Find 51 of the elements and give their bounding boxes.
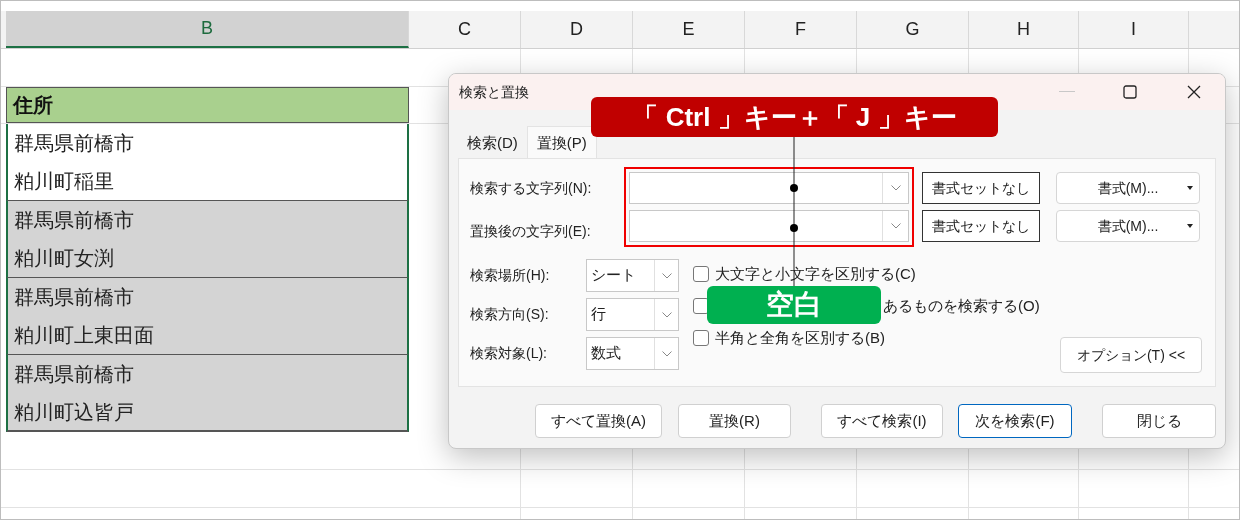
checkbox-label: 大文字と小文字を区別する(C): [715, 263, 916, 284]
checkbox-label: 半角と全角を区別する(B): [715, 327, 885, 348]
table-cell: 群馬県前橋市: [6, 278, 409, 317]
dropdown[interactable]: 数式: [586, 337, 679, 370]
close-icon[interactable]: [1187, 85, 1201, 99]
dialog-button[interactable]: すべて検索(I): [821, 404, 943, 438]
caret-icon[interactable]: [1187, 186, 1193, 190]
column-header[interactable]: H: [969, 11, 1079, 48]
field-label: 検索する文字列(N):: [470, 178, 593, 198]
column-header[interactable]: F: [745, 11, 857, 48]
table-cell: 粕川町稲里: [6, 162, 409, 201]
callout-label: 「 Ctrl 」キー＋「 J 」キー: [591, 97, 998, 137]
format-button[interactable]: 書式(M)...: [1056, 172, 1200, 204]
field-label: 検索対象(L):: [470, 344, 548, 363]
table-cell: 粕川町上東田面: [6, 316, 409, 355]
table-cell: 群馬県前橋市: [6, 355, 409, 394]
checkbox[interactable]: [693, 330, 709, 346]
checkbox-label: あるものを検索する(O): [883, 295, 1040, 316]
window-title: 検索と置換: [459, 82, 529, 102]
format-status-button[interactable]: 書式セットなし: [922, 210, 1040, 242]
checkbox[interactable]: [693, 266, 709, 282]
dialog-button[interactable]: 次を検索(F): [958, 404, 1072, 438]
input-field[interactable]: [629, 210, 909, 242]
table-cell: 粕川町込皆戸: [6, 393, 409, 432]
input-field[interactable]: [629, 172, 909, 204]
column-header[interactable]: G: [857, 11, 969, 48]
column-header[interactable]: D: [521, 11, 633, 48]
dialog-button[interactable]: すべて置換(A): [535, 404, 662, 438]
caret-icon[interactable]: [1187, 224, 1193, 228]
table-cell: 粕川町女渕: [6, 239, 409, 278]
format-status-button[interactable]: 書式セットなし: [922, 172, 1040, 204]
table-cell: 群馬県前橋市: [6, 124, 409, 163]
format-button[interactable]: 書式(M)...: [1056, 210, 1200, 242]
options-button[interactable]: オプション(T) <<: [1060, 337, 1202, 373]
dialog-button[interactable]: 閉じる: [1102, 404, 1216, 438]
tab[interactable]: 置換(P): [526, 126, 597, 159]
tab[interactable]: 検索(D): [458, 128, 527, 158]
field-label: 検索場所(H):: [470, 266, 551, 285]
table-cell: 住所: [6, 87, 409, 123]
dropdown[interactable]: 行: [586, 298, 679, 331]
callout-label: 空白: [707, 286, 881, 324]
field-label: 検索方向(S):: [470, 305, 550, 324]
column-header[interactable]: B: [6, 11, 409, 48]
maximize-icon[interactable]: [1123, 85, 1137, 99]
dropdown[interactable]: シート: [586, 259, 679, 292]
dialog-button[interactable]: 置換(R): [678, 404, 791, 438]
column-header[interactable]: I: [1079, 11, 1189, 48]
column-header[interactable]: E: [633, 11, 745, 48]
table-cell: 群馬県前橋市: [6, 201, 409, 240]
column-header[interactable]: C: [409, 11, 521, 48]
field-label: 置換後の文字列(E):: [470, 221, 592, 241]
